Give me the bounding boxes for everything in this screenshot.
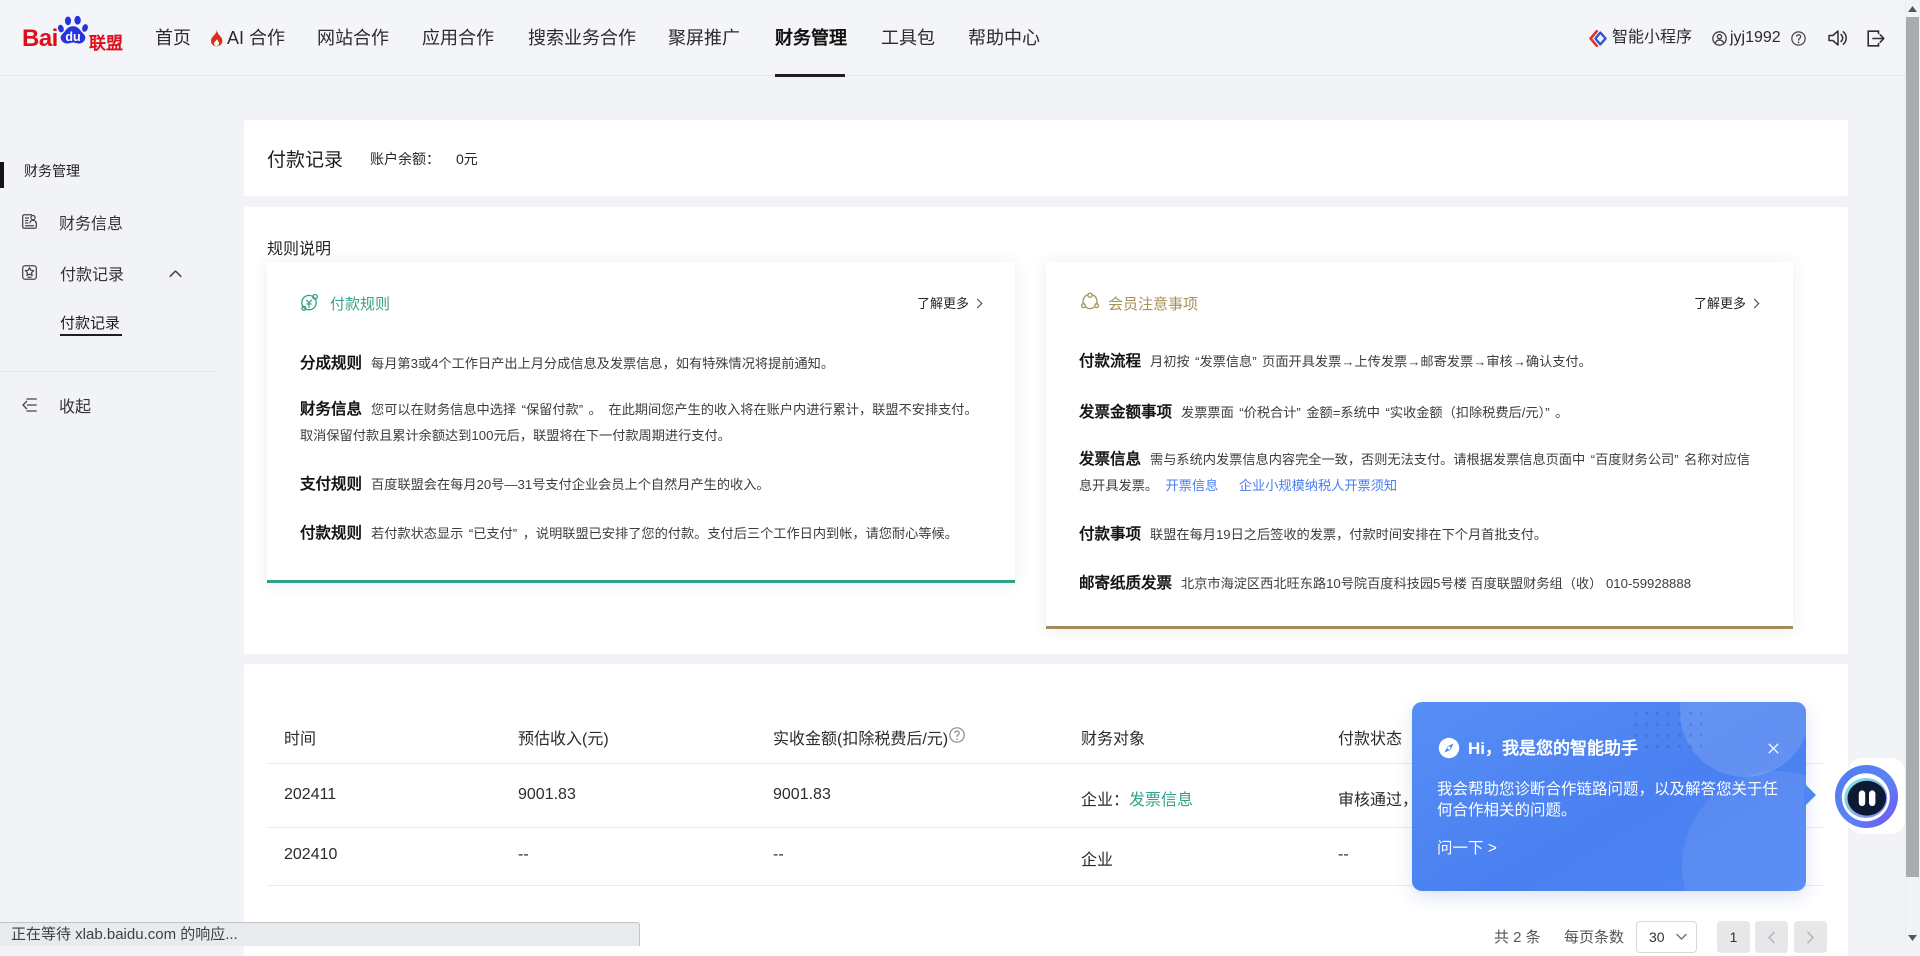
svg-text:du: du: [65, 30, 80, 44]
